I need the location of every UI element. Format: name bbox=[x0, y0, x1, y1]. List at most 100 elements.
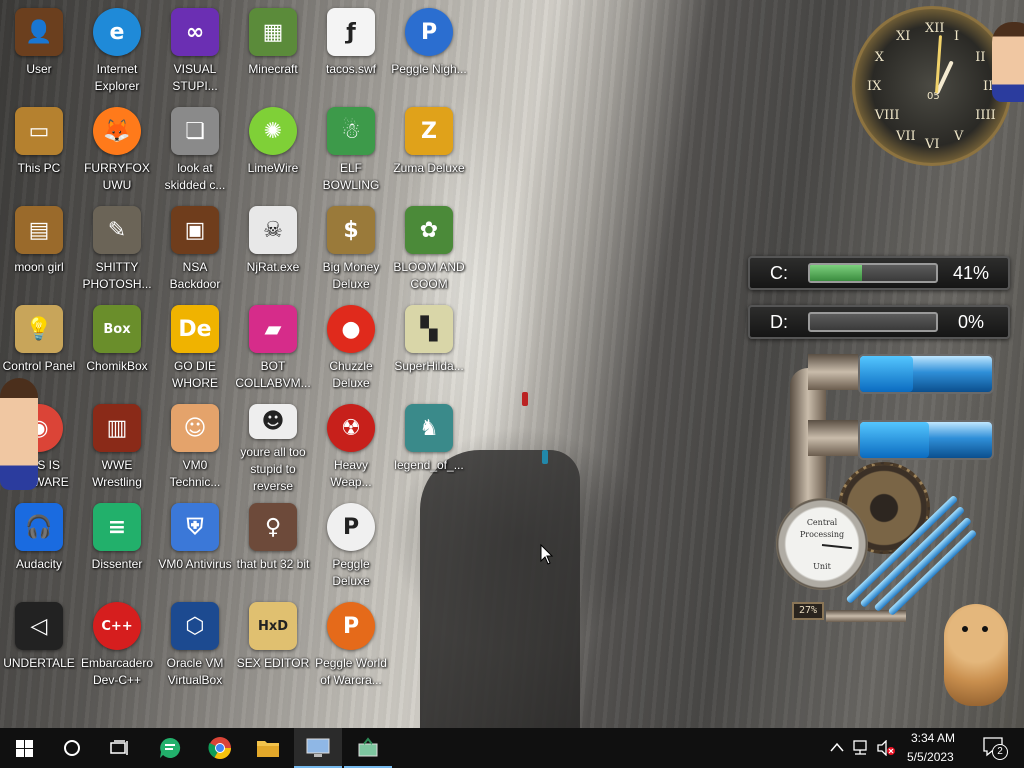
desktop-icon-big-money-deluxe[interactable]: $ Big Money Deluxe bbox=[312, 200, 390, 296]
skull-icon: ☠ bbox=[249, 206, 297, 254]
desktop-icon-dissenter[interactable]: ≡ Dissenter bbox=[78, 497, 156, 593]
desktop-icon-internet-explorer[interactable]: e Internet Explorer bbox=[78, 2, 156, 98]
cpu-readout: 27% bbox=[792, 602, 824, 620]
desktop-icon-visual-stupi[interactable]: ∞ VISUAL STUPI... bbox=[156, 2, 234, 98]
devcpp-icon: C++ bbox=[93, 602, 141, 650]
desktop-icon-undertale[interactable]: ◁ UNDERTALE bbox=[0, 596, 78, 692]
task-view-button[interactable] bbox=[96, 728, 144, 768]
desktop-icon-label: LimeWire bbox=[247, 161, 299, 175]
taskbar: 3:34 AM 5/5/2023 2 bbox=[0, 728, 1024, 768]
desktop-icon-njrat-exe[interactable]: ☠ NjRat.exe bbox=[234, 200, 312, 296]
drive-usage-track bbox=[808, 263, 938, 283]
picture-frame-icon: ▣ bbox=[171, 206, 219, 254]
pipe bbox=[808, 354, 858, 390]
chat-bubble-icon bbox=[160, 737, 181, 758]
desktop-icon-label: legend_of_... bbox=[394, 458, 464, 472]
desktop-icon-label: Big Money Deluxe bbox=[322, 260, 380, 291]
desktop-icon-peggle-world-of-warcra[interactable]: P Peggle World of Warcra... bbox=[312, 596, 390, 692]
desktop-icon-heavy-weap[interactable]: ☢ Heavy Weap... bbox=[312, 398, 390, 494]
clock-gadget[interactable]: 05 XII I II III IIII V VI VII VIII IX X XI bbox=[852, 2, 1024, 172]
desktop-icon-youre-all-too-stupid-to-reverse-engineer-shit[interactable]: ☻ youre all too stupid to reverse enginee… bbox=[234, 398, 312, 494]
unity-icon: ◁ bbox=[15, 602, 63, 650]
desktop-icon-embarcadero-dev-c[interactable]: C++ Embarcadero Dev-C++ bbox=[78, 596, 156, 692]
start-button[interactable] bbox=[0, 728, 48, 768]
desktop-icon-label: Oracle VM VirtualBox bbox=[166, 656, 224, 687]
desktop-icon-zuma-deluxe[interactable]: Z Zuma Deluxe bbox=[390, 101, 468, 197]
desktop-icon-superhilda[interactable]: ▚ SuperHilda... bbox=[390, 299, 468, 395]
drive-letter: C: bbox=[770, 262, 788, 283]
desktop-icon-bloom-and-coom[interactable]: ✿ BLOOM AND COOM bbox=[390, 200, 468, 296]
taskbar-chrome[interactable] bbox=[196, 728, 244, 768]
desktop-icon-wwe-wrestling[interactable]: ▥ WWE Wrestling bbox=[78, 398, 156, 494]
desktop-icon-label: Dissenter bbox=[91, 557, 143, 571]
desktop-icon-user[interactable]: 👤 User bbox=[0, 2, 78, 98]
network-icon[interactable] bbox=[852, 739, 872, 757]
dial-label-mid: Processing bbox=[799, 530, 845, 539]
desktop-icon-peggle-nigh[interactable]: P Peggle Nigh... bbox=[390, 2, 468, 98]
desktop-icon-that-but-32-bit[interactable]: ♀ that but 32 bit bbox=[234, 497, 312, 593]
desktop-icon-minecraft[interactable]: ▦ Minecraft bbox=[234, 2, 312, 98]
cpu-steampunk-gadget[interactable]: Central Processing Unit 27% bbox=[748, 348, 1004, 648]
desktop-icon-chuzzle-deluxe[interactable]: ● Chuzzle Deluxe bbox=[312, 299, 390, 395]
desktop-icon-sex-editor[interactable]: HxD SEX EDITOR bbox=[234, 596, 312, 692]
gauge-tube-fill bbox=[860, 356, 913, 392]
gimp-icon: ✎ bbox=[93, 206, 141, 254]
firefox-icon: 🦊 bbox=[93, 107, 141, 155]
taskbar-file-explorer[interactable] bbox=[244, 728, 292, 768]
desktop-icon-audacity[interactable]: 🎧 Audacity bbox=[0, 497, 78, 593]
desktop-icon-this-pc[interactable]: ▭ This PC bbox=[0, 101, 78, 197]
search-circle-icon bbox=[64, 740, 80, 756]
volume-muted-icon[interactable] bbox=[876, 740, 896, 756]
desktop-icon-look-at-skidded-c[interactable]: ❏ look at skidded c... bbox=[156, 101, 234, 197]
desktop-icon-elf-bowling[interactable]: ☃ ELF BOWLING bbox=[312, 101, 390, 197]
tray-date[interactable]: 5/5/2023 bbox=[907, 750, 954, 764]
hxd-icon: HxD bbox=[249, 602, 297, 650]
peggle-icon: P bbox=[327, 503, 375, 551]
desktop-icon-nsa-backdoor[interactable]: ▣ NSA Backdoor bbox=[156, 200, 234, 296]
taskbar-dissenter[interactable] bbox=[146, 728, 194, 768]
desktop-icon-label: FURRYFOX UWU bbox=[84, 161, 150, 192]
tv-icon: ▥ bbox=[93, 404, 141, 452]
action-center-button[interactable]: 2 bbox=[978, 734, 1012, 762]
folder-icon bbox=[257, 741, 279, 757]
search-button[interactable] bbox=[48, 728, 96, 768]
desktop-icon-label: Peggle Nigh... bbox=[391, 62, 467, 76]
virtualbox-cube-icon: ⬡ bbox=[171, 602, 219, 650]
folder-user-icon: 👤 bbox=[15, 8, 63, 56]
desktop-icon-limewire[interactable]: ✺ LimeWire bbox=[234, 101, 312, 197]
desktop-icon-tacos-swf[interactable]: ƒ tacos.swf bbox=[312, 2, 390, 98]
edge-browser-icon: e bbox=[93, 8, 141, 56]
taskbar-remote-desktop[interactable] bbox=[294, 728, 342, 768]
desktop-icon-label: that but 32 bit bbox=[236, 557, 310, 571]
desktop-icon-shitty-photosh[interactable]: ✎ SHITTY PHOTOSH... bbox=[78, 200, 156, 296]
chevron-up-icon[interactable] bbox=[830, 742, 844, 752]
desktop-icon-label: Zuma Deluxe bbox=[393, 161, 465, 175]
desktop-icon-moon-girl[interactable]: ▤ moon girl bbox=[0, 200, 78, 296]
desktop-icon-label: Control Panel bbox=[2, 359, 76, 373]
desktop-icon-oracle-vm-virtualbox[interactable]: ⬡ Oracle VM VirtualBox bbox=[156, 596, 234, 692]
taskbar-app[interactable] bbox=[344, 728, 392, 768]
clock-numeral: X bbox=[874, 50, 885, 65]
desktop-icon-label: Peggle Deluxe bbox=[332, 557, 370, 588]
desktop-icon-label: NjRat.exe bbox=[246, 260, 300, 274]
drive-meter-c[interactable]: C: 41% bbox=[748, 256, 1010, 290]
elf-bowling-icon: ☃ bbox=[327, 107, 375, 155]
support-person-icon: ☺ bbox=[171, 404, 219, 452]
desktop-icon-label: NSA Backdoor bbox=[169, 260, 221, 291]
desktop-icon-go-die-whore[interactable]: De GO DIE WHORE bbox=[156, 299, 234, 395]
desktop-icon-bot-collabvm[interactable]: ▰ BOT COLLABVM... bbox=[234, 299, 312, 395]
desktop-icon-chomikbox[interactable]: Box ChomikBox bbox=[78, 299, 156, 395]
desktop-icon-legend-of[interactable]: ♞ legend_of_... bbox=[390, 398, 468, 494]
desktop-icon-vm0-technic[interactable]: ☺ VM0 Technic... bbox=[156, 398, 234, 494]
desktop-icon-label: look at skidded c... bbox=[164, 161, 226, 192]
tray-time[interactable]: 3:34 AM bbox=[911, 731, 955, 745]
desktop-icon-label: SuperHilda... bbox=[394, 359, 464, 373]
desktop-icon-peggle-deluxe[interactable]: P Peggle Deluxe bbox=[312, 497, 390, 593]
drive-meter-d[interactable]: D: 0% bbox=[748, 305, 1010, 339]
desktop-icon-label: ChomikBox bbox=[86, 359, 148, 373]
desktop-icon-vm0-antivirus[interactable]: ⛨ VM0 Antivirus bbox=[156, 497, 234, 593]
desktop-icon-furryfox-uwu[interactable]: 🦊 FURRYFOX UWU bbox=[78, 101, 156, 197]
drive-usage-percent: 0% bbox=[957, 311, 984, 332]
desktop-icon-label: UNDERTALE bbox=[3, 656, 75, 670]
dial-label-top: Central bbox=[806, 518, 838, 527]
